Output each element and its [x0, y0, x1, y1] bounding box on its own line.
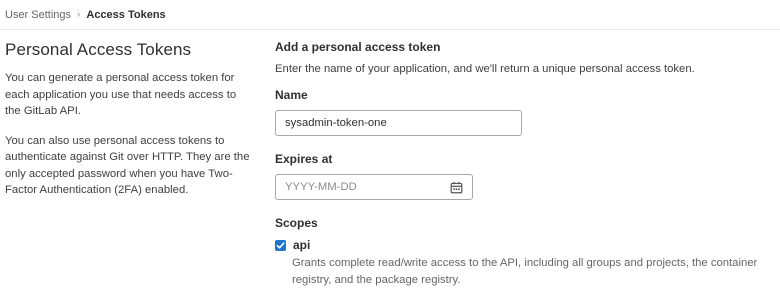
form-description: Enter the name of your application, and …	[275, 63, 695, 75]
scopes-label: Scopes	[275, 216, 318, 230]
breadcrumb-user-settings[interactable]: User Settings	[5, 9, 71, 21]
scope-api-name[interactable]: api	[293, 238, 310, 252]
scope-api: api Grants complete read/write access to…	[275, 238, 775, 289]
breadcrumb-separator: ›	[77, 9, 81, 20]
intro-paragraph-2: You can also use personal access tokens …	[5, 134, 250, 197]
page-title: Personal Access Tokens	[5, 40, 192, 59]
intro-panel: Personal Access Tokens You can generate …	[5, 40, 250, 212]
breadcrumb: User Settings › Access Tokens	[0, 0, 780, 30]
name-label: Name	[275, 88, 308, 102]
token-form: Add a personal access token Enter the na…	[275, 40, 775, 289]
scope-api-row: api	[275, 238, 775, 252]
form-heading: Add a personal access token	[275, 40, 441, 54]
intro-paragraph-1: You can generate a personal access token…	[5, 72, 237, 117]
breadcrumb-access-tokens[interactable]: Access Tokens	[86, 9, 165, 21]
expires-label: Expires at	[275, 152, 333, 166]
token-name-value: sysadmin-token-one	[285, 117, 387, 129]
expires-at-placeholder: YYYY-MM-DD	[285, 181, 357, 193]
scope-api-description: Grants complete read/write access to the…	[292, 257, 758, 286]
scope-api-checkbox[interactable]	[275, 239, 286, 251]
token-name-input[interactable]: sysadmin-token-one	[275, 110, 522, 136]
expires-at-input[interactable]: YYYY-MM-DD	[275, 174, 473, 200]
calendar-icon[interactable]	[449, 180, 463, 194]
